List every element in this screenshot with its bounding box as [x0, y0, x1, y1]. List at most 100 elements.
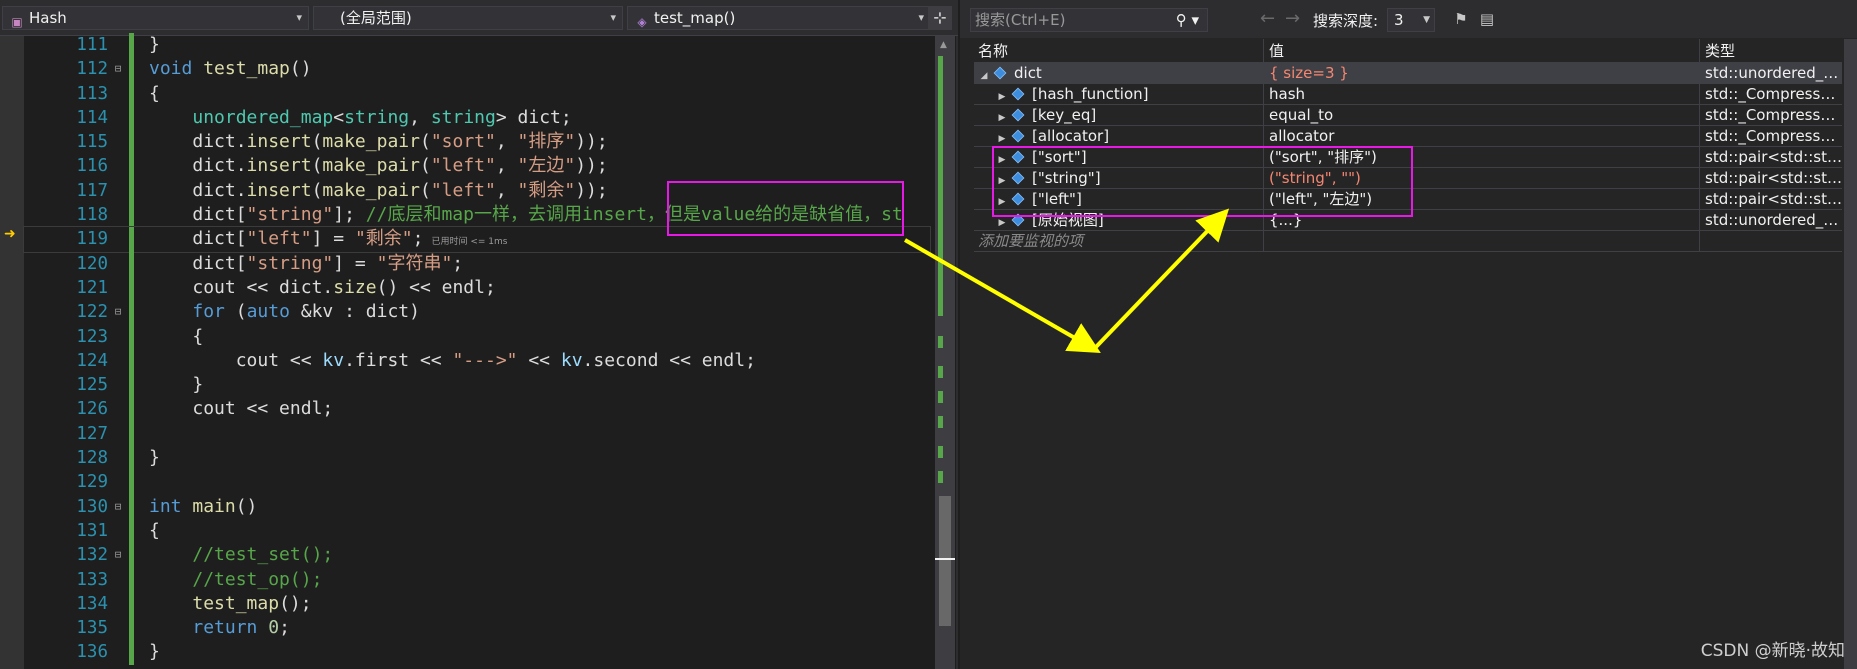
code-line[interactable]: 129: [24, 470, 930, 495]
code-text[interactable]: dict.insert(make_pair("left", "剩余"));: [149, 179, 607, 203]
code-line[interactable]: 131 {: [24, 518, 930, 544]
code-text[interactable]: dict["left"] = "剩余"; 已用时间 <= 1ms: [149, 227, 507, 254]
code-text[interactable]: }: [149, 640, 160, 664]
code-line[interactable]: 132 ⊟ //test_set();: [24, 543, 930, 568]
expand-toggle-icon[interactable]: ▶: [996, 171, 1008, 188]
code-line[interactable]: 119 dict["left"] = "剩余"; 已用时间 <= 1ms: [23, 226, 931, 254]
expand-toggle-icon[interactable]: ▶: [996, 150, 1008, 167]
fold-toggle-icon[interactable]: ⊟: [112, 57, 124, 81]
code-text[interactable]: void test_map(): [149, 57, 312, 81]
watch-window[interactable]: 搜索(Ctrl+E) ⚲ ▾ ← → 搜索深度: 3 ▼ ⚑ ▤ 名称 值 类型…: [960, 0, 1857, 669]
watch-row[interactable]: ▶ ["sort"] ("sort", "排序") std::pair<std::st…: [974, 147, 1842, 168]
code-text[interactable]: }: [149, 33, 160, 57]
code-text[interactable]: return 0;: [149, 616, 290, 640]
scrollbar-thumb[interactable]: [939, 496, 951, 626]
scope-dropdown[interactable]: (全局范围) ▾: [313, 6, 623, 30]
code-line[interactable]: 128}: [24, 446, 930, 471]
watch-search-input[interactable]: 搜索(Ctrl+E) ⚲ ▾: [970, 8, 1208, 32]
watch-row[interactable]: ▶ ["string"] ("string", "") std::pair<std::…: [974, 168, 1842, 189]
watch-value-cell[interactable]: ("sort", "排序"): [1265, 147, 1700, 167]
expand-toggle-icon[interactable]: ▶: [996, 108, 1008, 125]
column-header-type[interactable]: 类型: [1701, 39, 1842, 62]
function-dropdown[interactable]: ◈ test_map() ▾: [627, 6, 931, 30]
code-line[interactable]: 136}: [24, 640, 930, 665]
watch-name-cell[interactable]: ▶ ["sort"]: [974, 147, 1264, 167]
watch-value-cell[interactable]: equal_to: [1265, 105, 1700, 125]
watch-name-cell[interactable]: ▶ ["string"]: [974, 168, 1264, 188]
watch-row[interactable]: ▶ [hash_function] hash std::_Compressed_pai…: [974, 84, 1842, 105]
code-area[interactable]: 111} 112 ⊟ void test_map() 113{114 unordered…: [23, 33, 931, 665]
code-text[interactable]: }: [149, 373, 203, 397]
search-previous-icon[interactable]: ←: [1260, 8, 1275, 30]
code-editor[interactable]: ▣ Hash ▾ (全局范围) ▾ ◈ test_map() ▾ ⊹ ➜ 111} 1…: [0, 0, 958, 669]
code-text[interactable]: dict.insert(make_pair("sort", "排序"));: [149, 130, 607, 154]
watch-grid[interactable]: 名称 值 类型 ◢dict{ size=3 }std::unordered_ma…: [974, 39, 1842, 252]
watch-value-cell[interactable]: ("left", "左边"): [1265, 189, 1700, 209]
add-watch-text[interactable]: 添加要监视的项: [974, 231, 1264, 251]
code-text[interactable]: dict["string"] = "字符串";: [149, 252, 463, 276]
watch-value-cell[interactable]: allocator: [1265, 126, 1700, 146]
code-text[interactable]: int main(): [149, 495, 257, 519]
code-line[interactable]: 123 {: [24, 324, 930, 349]
code-text[interactable]: cout << dict.size() << endl;: [149, 276, 495, 300]
watch-name-cell[interactable]: ◢ dict: [974, 63, 1264, 83]
code-text[interactable]: //test_set();: [149, 543, 333, 567]
scroll-up-icon[interactable]: ▲: [940, 40, 947, 50]
code-line[interactable]: 130 ⊟ int main(): [24, 494, 930, 519]
code-text[interactable]: dict.insert(make_pair("left", "左边"));: [149, 154, 607, 178]
fold-toggle-icon[interactable]: ⊟: [112, 300, 124, 324]
code-text[interactable]: for (auto &kv : dict): [149, 300, 420, 324]
code-text[interactable]: cout << kv.first << "--->" << kv.second …: [149, 349, 756, 373]
code-line[interactable]: 115 dict.insert(make_pair("sort", "排序"))…: [24, 130, 930, 155]
column-header-name[interactable]: 名称: [974, 39, 1264, 62]
expand-toggle-icon[interactable]: ▶: [996, 87, 1008, 104]
watch-name-cell[interactable]: ▶ ["left"]: [974, 189, 1264, 209]
code-line[interactable]: 118 dict["string"]; //底层和map一样，去调用insert…: [24, 203, 930, 228]
watch-value-cell[interactable]: ("string", ""): [1265, 168, 1700, 188]
code-line[interactable]: 126 cout << endl;: [24, 397, 930, 422]
add-watch-row[interactable]: 添加要监视的项: [974, 231, 1842, 252]
expand-toggle-icon[interactable]: ▶: [996, 213, 1008, 230]
code-line[interactable]: 124 cout << kv.first << "--->" << kv.sec…: [24, 348, 930, 374]
watch-row[interactable]: ▶ [allocator] allocator std::_Compressed_pa…: [974, 126, 1842, 147]
expand-toggle-icon[interactable]: ▶: [996, 192, 1008, 209]
code-line[interactable]: 122 ⊟ for (auto &kv : dict): [24, 300, 930, 325]
search-next-icon[interactable]: →: [1285, 8, 1300, 30]
watch-name-cell[interactable]: ▶ [原始视图]: [974, 210, 1264, 230]
code-text[interactable]: //test_op();: [149, 568, 322, 592]
vertical-scrollbar[interactable]: ▲: [935, 36, 955, 669]
fold-toggle-icon[interactable]: ⊟: [112, 543, 124, 567]
code-line[interactable]: 116 dict.insert(make_pair("left", "左边"))…: [24, 154, 930, 179]
watch-vertical-scrollbar[interactable]: [1844, 39, 1857, 669]
pin-icon[interactable]: ⚑: [1450, 8, 1472, 30]
hex-display-icon[interactable]: ▤: [1476, 8, 1498, 30]
code-text[interactable]: unordered_map<string, string> dict;: [149, 106, 571, 130]
watch-row[interactable]: ▶ [原始视图] {...} std::unordered_map<std::...: [974, 210, 1842, 231]
watch-name-cell[interactable]: ▶ [hash_function]: [974, 84, 1264, 104]
code-line[interactable]: 120 dict["string"] = "字符串";: [24, 251, 930, 276]
code-line[interactable]: 117 dict.insert(make_pair("left", "剩余"))…: [24, 178, 930, 204]
search-icon[interactable]: ⚲ ▾: [1176, 9, 1199, 31]
code-text[interactable]: dict["string"]; //底层和map一样，去调用insert，但是v…: [149, 203, 902, 227]
watch-value-cell[interactable]: {...}: [1265, 210, 1700, 230]
code-line[interactable]: 135 return 0;: [24, 616, 930, 641]
code-line[interactable]: 127: [24, 421, 930, 447]
code-text[interactable]: test_map();: [149, 592, 311, 616]
fold-toggle-icon[interactable]: ⊟: [112, 495, 124, 519]
expand-toggle-icon[interactable]: ▶: [996, 129, 1008, 146]
code-text[interactable]: }: [149, 446, 160, 470]
code-line[interactable]: 121 cout << dict.size() << endl;: [24, 275, 930, 301]
indicator-margin[interactable]: [0, 36, 24, 669]
watch-row[interactable]: ◢ dict { size=3 } std::unordered_map<std::.…: [974, 63, 1842, 84]
project-dropdown[interactable]: ▣ Hash ▾: [2, 6, 309, 30]
code-text[interactable]: {: [149, 519, 160, 543]
code-line[interactable]: 133 //test_op();: [24, 567, 930, 592]
watch-name-cell[interactable]: ▶ [key_eq]: [974, 105, 1264, 125]
code-text[interactable]: {: [149, 325, 203, 349]
code-line[interactable]: 112 ⊟ void test_map(): [24, 57, 930, 82]
split-window-button[interactable]: ⊹: [928, 6, 952, 30]
code-line[interactable]: 134 test_map();: [24, 591, 930, 617]
code-text[interactable]: cout << endl;: [149, 397, 333, 421]
watch-value-cell[interactable]: hash: [1265, 84, 1700, 104]
code-line[interactable]: 111}: [24, 33, 930, 58]
